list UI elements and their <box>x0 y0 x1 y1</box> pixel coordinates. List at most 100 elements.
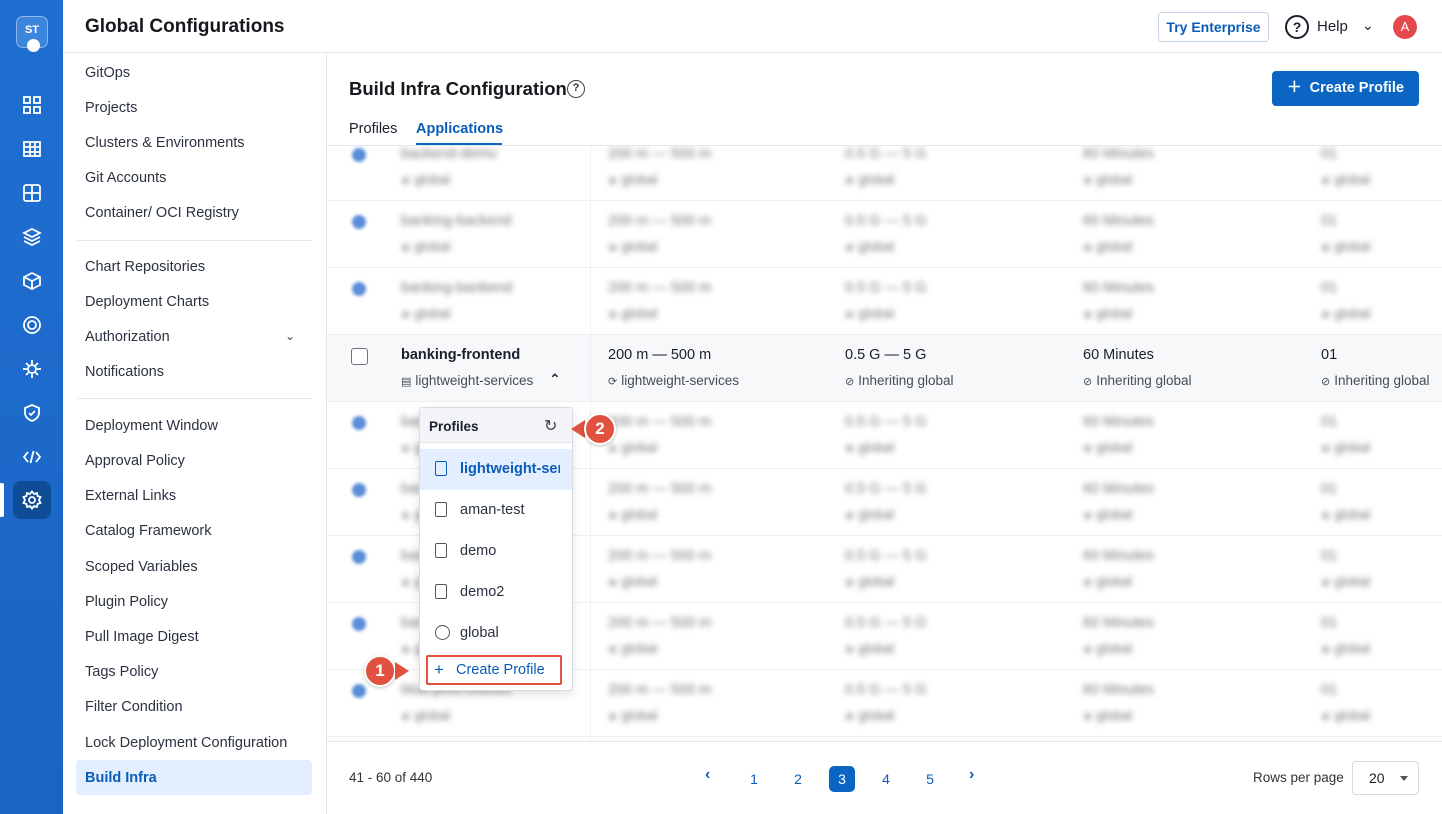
nodes-source: ⊕ global <box>1321 641 1371 656</box>
bug-gear-icon[interactable] <box>19 356 45 382</box>
status-icon <box>352 215 366 229</box>
sidebar-item-projects[interactable]: Projects <box>85 100 137 116</box>
cpu-value: 200 m — 500 m <box>608 414 711 430</box>
sidebar-item-catalog-framework[interactable]: Catalog Framework <box>85 523 212 539</box>
callout-arrow-2 <box>571 420 585 438</box>
profile-option[interactable]: global <box>420 613 572 654</box>
org-logo[interactable]: ST <box>16 16 48 52</box>
timeout-source-text: global <box>1096 239 1133 254</box>
profile-option[interactable]: aman-test <box>420 490 572 531</box>
sidebar-item-deployment-window[interactable]: Deployment Window <box>85 418 218 434</box>
page-4[interactable]: 4 <box>873 766 899 792</box>
cpu-value: 200 m — 500 m <box>608 682 711 698</box>
timeout-source: ⊕ global <box>1083 306 1133 321</box>
help-menu-label[interactable]: Help <box>1317 18 1348 35</box>
nodes-source: ⊕ global <box>1321 172 1371 187</box>
app-profile: ⊕global <box>401 239 451 254</box>
memory-value: 0.5 G — 5 G <box>845 414 926 430</box>
table-row[interactable]: banking-bankend ⊕ global 200 m — 500 m ⊕ glob… <box>327 268 1442 335</box>
next-page-icon[interactable]: › <box>969 766 974 784</box>
column-divider <box>590 146 591 741</box>
table-row[interactable]: backend-demo ⊕ global 200 m — 500 m ⊕ global 0… <box>327 146 1442 201</box>
nodes-source: ⊕ global <box>1321 574 1371 589</box>
app-profile-text: global <box>414 239 451 254</box>
chevron-down-icon[interactable]: ⌄ <box>285 329 295 343</box>
cube-icon[interactable] <box>19 268 45 294</box>
help-icon[interactable]: ? <box>567 80 585 98</box>
profile-option[interactable]: demo <box>420 531 572 572</box>
cpu-source: ⊕ global <box>608 708 658 723</box>
sidebar-item-scoped-variables[interactable]: Scoped Variables <box>85 559 198 575</box>
memory-source: ⊕ global <box>845 440 895 455</box>
profile-option-label: global <box>460 625 499 641</box>
sidebar-item-pull-image-digest[interactable]: Pull Image Digest <box>85 629 199 645</box>
rows-per-page-label: Rows per page <box>1253 770 1344 785</box>
sidebar-item-filter-condition[interactable]: Filter Condition <box>85 699 183 715</box>
dropdown-create-profile-button[interactable]: + Create Profile <box>426 655 562 685</box>
sidebar-item-clusters[interactable]: Clusters & Environments <box>85 135 245 151</box>
memory-source-text: global <box>858 239 895 254</box>
sidebar-item-git-accounts[interactable]: Git Accounts <box>85 170 166 186</box>
profile-option[interactable]: lightweight-services <box>420 449 572 490</box>
sidebar-item-chart-repositories[interactable]: Chart Repositories <box>85 259 205 275</box>
table-row[interactable]: banking-backend ⊕ global 200 m — 500 m ⊕ glob… <box>327 201 1442 268</box>
sidebar-item-approval-policy[interactable]: Approval Policy <box>85 453 185 469</box>
page-1[interactable]: 1 <box>741 766 767 792</box>
cpu-value-text: 200 m — 500 m <box>608 615 712 631</box>
cpu-source-text: global <box>621 172 658 187</box>
sidebar-item-build-infra[interactable]: Build Infra <box>85 770 157 786</box>
user-avatar[interactable]: A <box>1393 15 1417 39</box>
sidebar-item-deployment-charts[interactable]: Deployment Charts <box>85 294 209 310</box>
memory-source-text: global <box>858 440 895 455</box>
nodes-source-text: Inheriting global <box>1334 373 1430 388</box>
applications-grid-icon[interactable] <box>19 136 45 162</box>
table-row[interactable]: banking-frontend ▤ lightweight-services 200… <box>327 335 1442 402</box>
sidebar-item-lock-deployment-config[interactable]: Lock Deployment Configuration <box>85 735 287 751</box>
timeout-source-text: global <box>1096 440 1133 455</box>
sidebar-item-notifications[interactable]: Notifications <box>85 364 164 380</box>
row-checkbox[interactable] <box>351 348 368 365</box>
page-3-current[interactable]: 3 <box>829 766 855 792</box>
rows-per-page-select[interactable]: 20 <box>1352 761 1419 795</box>
nodes-source-text: global <box>1334 507 1371 522</box>
memory-value-text: 0.5 G — 5 G <box>845 548 927 564</box>
code-icon[interactable] <box>19 444 45 470</box>
shield-check-icon[interactable] <box>19 400 45 426</box>
page-5[interactable]: 5 <box>917 766 943 792</box>
memory-source: ⊕ global <box>845 574 895 589</box>
sidebar-item-external-links[interactable]: External Links <box>85 488 176 504</box>
sidebar-item-plugin-policy[interactable]: Plugin Policy <box>85 594 168 610</box>
sidebar-item-container-registry[interactable]: Container/ OCI Registry <box>85 205 239 221</box>
cpu-source: ⊕ global <box>608 306 658 321</box>
cpu-source: ⊕ global <box>608 507 658 522</box>
app-name: backend-demo <box>401 146 497 162</box>
nodes-source: ⊕ global <box>1321 440 1371 455</box>
previous-page-icon[interactable]: ‹ <box>705 766 710 784</box>
tab-applications[interactable]: Applications <box>416 121 503 137</box>
chevron-down-icon[interactable]: ⌄ <box>1362 17 1374 34</box>
help-circle-icon[interactable]: ? <box>1285 15 1309 39</box>
sidebar-item-authorization[interactable]: Authorization <box>85 329 170 345</box>
stack-icon[interactable] <box>19 224 45 250</box>
memory-value: 0.5 G — 5 G <box>845 615 926 631</box>
page-2[interactable]: 2 <box>785 766 811 792</box>
sidebar-item-tags-policy[interactable]: Tags Policy <box>85 664 158 680</box>
app-groups-icon[interactable] <box>19 180 45 206</box>
refresh-icon[interactable]: ↻ <box>544 416 557 436</box>
nodes-source-text: global <box>1334 641 1371 656</box>
settings-gear-icon[interactable] <box>19 487 45 513</box>
profile-option-label: demo <box>460 543 497 559</box>
cpu-value: 200 m — 500 m <box>608 548 711 564</box>
try-enterprise-button[interactable]: Try Enterprise <box>1158 12 1269 42</box>
create-profile-button[interactable]: ＋ Create Profile <box>1272 71 1419 106</box>
chevron-up-icon[interactable]: ⌃ <box>549 371 561 388</box>
sidebar-item-gitops[interactable]: GitOps <box>85 65 130 81</box>
memory-source: ⊕ global <box>845 172 895 187</box>
memory-source-text: global <box>858 708 895 723</box>
target-icon[interactable] <box>19 312 45 338</box>
dashboard-icon[interactable] <box>19 92 45 118</box>
nodes-value: 01 <box>1321 481 1337 497</box>
memory-source-text: global <box>858 507 895 522</box>
profile-option[interactable]: demo2 <box>420 572 572 613</box>
tab-profiles[interactable]: Profiles <box>349 121 397 137</box>
